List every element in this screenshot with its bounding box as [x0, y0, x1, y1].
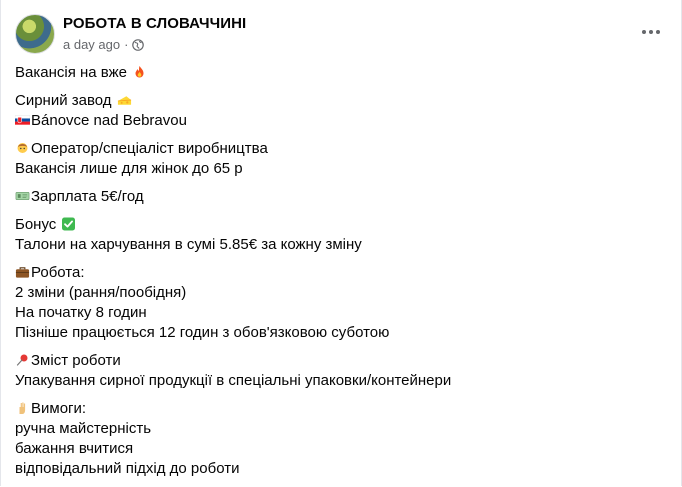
group-avatar[interactable] — [15, 14, 55, 54]
paragraph-vacancy: Вакансія на вже — [15, 63, 667, 83]
location-text: Bánovce nad Bebravou — [31, 112, 187, 129]
content-detail: Упакування сирної продукції в спеціальні… — [15, 372, 452, 389]
check-mark-icon — [62, 217, 76, 231]
meta-separator: · — [124, 37, 129, 52]
bonus-detail: Талони на харчування в сумі 5.85€ за кож… — [15, 236, 362, 253]
paragraph-bonus: Бонус Талони на харчування в сумі 5.85€ … — [15, 215, 667, 255]
work-title: Робота: — [31, 264, 85, 281]
paragraph-requirements: Вимоги: ручна майстерність бажання вчити… — [15, 399, 667, 479]
paragraph-salary: Зарплата 5€/год — [15, 187, 667, 207]
requirement-3: відповідальний підхід до роботи — [15, 460, 240, 477]
more-options-icon[interactable] — [637, 22, 665, 42]
work-hours-start: На початку 8 годин — [15, 304, 147, 321]
paragraph-factory: Сирний завод Bánovce nad Bebravou — [15, 91, 667, 131]
globe-icon — [132, 38, 145, 51]
factory-text: Сирний завод — [15, 92, 112, 109]
content-title: Зміст роботи — [31, 352, 121, 369]
money-icon — [15, 191, 30, 201]
woman-worker-icon — [17, 143, 28, 153]
post-time[interactable]: a day ago — [63, 37, 120, 52]
post-meta: a day ago · — [63, 37, 145, 52]
pushpin-icon — [16, 354, 28, 366]
slovakia-flag-icon — [15, 115, 30, 125]
requirement-1: ручна майстерність — [15, 420, 152, 437]
cheese-icon — [117, 96, 131, 105]
requirements-title: Вимоги: — [31, 400, 87, 417]
position-title: Оператор/спеціаліст виробництва — [31, 140, 268, 157]
paragraph-work: Робота: 2 зміни (рання/пообідня) На поча… — [15, 263, 667, 343]
post-card: РОБОТА В СЛОВАЧЧИНІ a day ago · Вакансія… — [0, 0, 682, 486]
group-name[interactable]: РОБОТА В СЛОВАЧЧИНІ — [63, 15, 246, 32]
paragraph-content: Зміст роботи Упакування сирної продукції… — [15, 351, 667, 391]
paragraph-position: Оператор/спеціаліст виробництва Вакансія… — [15, 139, 667, 179]
work-hours-later: Пізніше працюється 12 годин з обов'язков… — [15, 324, 390, 341]
bonus-title: Бонус — [15, 216, 57, 233]
briefcase-icon — [15, 267, 30, 278]
post-header: РОБОТА В СЛОВАЧЧИНІ a day ago · — [15, 14, 667, 54]
work-shifts: 2 зміни (рання/пообідня) — [15, 284, 187, 301]
position-note: Вакансія лише для жінок до 65 р — [15, 160, 243, 177]
vacancy-text: Вакансія на вже — [15, 64, 127, 81]
requirement-2: бажання вчитися — [15, 440, 134, 457]
salary-text: Зарплата 5€/год — [31, 188, 144, 205]
post-body: Вакансія на вже Сирний завод Bánovce nad… — [15, 63, 667, 487]
fire-icon — [135, 66, 144, 78]
hand-icon — [19, 402, 26, 414]
